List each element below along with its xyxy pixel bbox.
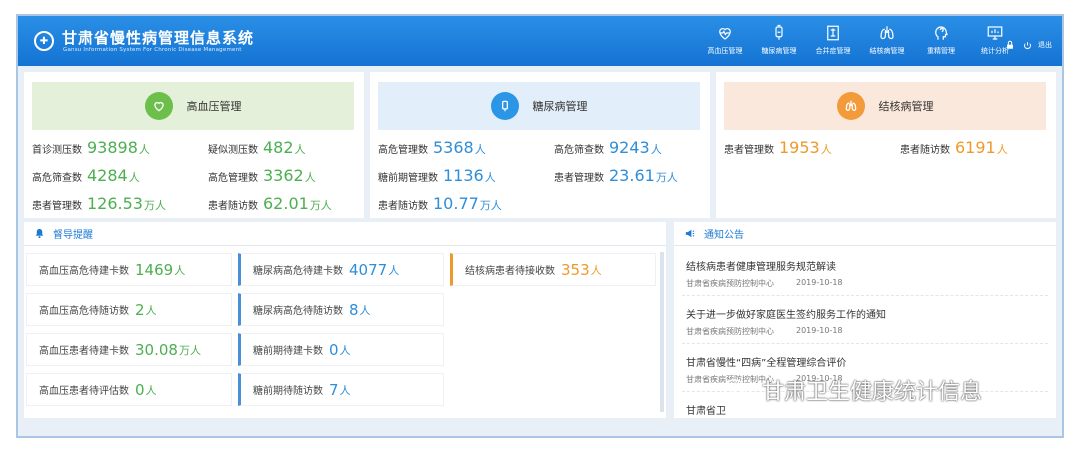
- reminder-item[interactable]: 糖前期待建卡数 0 人: [238, 333, 444, 366]
- notice-title[interactable]: 关于进一步做好家庭医生签约服务工作的通知: [686, 306, 886, 321]
- notice-date: 2019-10-18: [796, 326, 843, 335]
- logo-icon: ✚: [34, 31, 54, 51]
- lungs-icon: [880, 26, 894, 40]
- top-header: ✚ 甘肃省慢性病管理信息系统 Gansu Information System …: [18, 16, 1062, 66]
- supervision-reminder-panel: 督导提醒 高血压高危待建卡数 1469 人 糖尿病高危待建卡数 4077 人 结核病患者…: [24, 222, 666, 418]
- nav-hypertension[interactable]: 高血压管理: [701, 24, 749, 56]
- stat-item: 高危筛查数 9243 人: [554, 138, 662, 157]
- panel-title: 通知公告: [704, 230, 744, 241]
- reminder-item[interactable]: 高血压患者待评估数 0 人: [26, 373, 232, 406]
- stat-item: 高危筛查数 4284 人: [32, 166, 140, 185]
- wechat-logo-icon: [723, 379, 751, 400]
- power-icon[interactable]: [1023, 41, 1032, 50]
- nav-complication[interactable]: 合并症管理: [809, 24, 857, 56]
- reminder-item[interactable]: 高血压患者待建卡数 30.08 万人: [26, 333, 232, 366]
- heart-icon: [144, 92, 173, 120]
- reminder-item[interactable]: 高血压高危待建卡数 1469 人: [26, 253, 232, 286]
- stat-item: 高危管理数 5368 人: [378, 138, 486, 157]
- notice-title[interactable]: 甘肃省慢性“四病”全程管理综合评价: [686, 354, 846, 369]
- app-title: 甘肃省慢性病管理信息系统: [62, 29, 255, 47]
- reminder-item[interactable]: 糖尿病高危待随访数 8 人: [238, 293, 444, 326]
- stat-item: 患者管理数 1953 人: [724, 138, 832, 157]
- reminder-item[interactable]: 结核病患者待接收数 353 人: [450, 253, 656, 286]
- nav-label: 高血压管理: [707, 47, 743, 55]
- reminder-item[interactable]: 糖前期待随访数 7 人: [238, 373, 444, 406]
- drip-bag-icon: [775, 24, 783, 40]
- logout-button[interactable]: 退出: [1038, 40, 1052, 50]
- hypertension-card-header[interactable]: 高血压管理: [32, 82, 354, 130]
- panel-title: 督导提醒: [53, 230, 93, 241]
- megaphone-icon: [685, 229, 695, 238]
- stat-item: 疑似测压数 482 人: [208, 138, 306, 157]
- panel-header: 督导提醒: [24, 222, 666, 246]
- monitor-icon: [987, 26, 1003, 40]
- watermark: 甘肃卫生健康统计信息: [722, 374, 982, 406]
- notice-title[interactable]: 甘肃省卫: [686, 402, 726, 417]
- card-title: 糖尿病管理: [532, 100, 588, 113]
- notice-date: 2019-10-18: [796, 278, 843, 287]
- diabetes-card: 糖尿病管理 高危管理数 5368 人 高危筛查数 9243 人 糖前期管理数 1136 人 …: [370, 72, 710, 218]
- notice-title[interactable]: 结核病患者健康管理服务规范解读: [686, 258, 836, 273]
- nav-label: 结核病管理: [869, 47, 905, 55]
- heart-icon: [719, 28, 731, 40]
- nav-diabetes[interactable]: 糖尿病管理: [755, 24, 803, 56]
- hypertension-card: 高血压管理 首诊测压数 93898 人 疑似测压数 482 人 高危筛查数 4284 人 高…: [24, 72, 364, 218]
- notice-item[interactable]: 关于进一步做好家庭医生签约服务工作的通知 甘肃省疾病预防控制中心 2019-10…: [682, 298, 1048, 344]
- diabetes-card-header[interactable]: 糖尿病管理: [378, 82, 700, 130]
- nav-label: 合并症管理: [815, 47, 851, 55]
- app-subtitle: Gansu Information System For Chronic Dis…: [63, 47, 242, 53]
- notice-source: 甘肃省疾病预防控制中心: [686, 327, 774, 336]
- nav-label: 重精管理: [927, 47, 955, 55]
- notice-item[interactable]: 结核病患者健康管理服务规范解读 甘肃省疾病预防控制中心 2019-10-18: [682, 250, 1048, 296]
- tuberculosis-card-header[interactable]: 结核病管理: [724, 82, 1046, 130]
- watermark-text: 甘肃卫生健康统计信息: [762, 380, 983, 405]
- bell-icon: [35, 228, 44, 239]
- logout-area: 退出: [1005, 40, 1052, 50]
- reminder-item[interactable]: 糖尿病高危待建卡数 4077 人: [238, 253, 444, 286]
- nav-mental[interactable]: 重精管理: [917, 24, 965, 56]
- reminder-item[interactable]: 高血压高危待随访数 2 人: [26, 293, 232, 326]
- stat-item: 患者管理数 23.61 万人: [554, 166, 678, 185]
- stat-item: 患者随访数 62.01 万人: [208, 194, 332, 213]
- notice-source: 甘肃省疾病预防控制中心: [686, 279, 774, 288]
- top-nav: 高血压管理 糖尿病管理 合并症管理 结核病管理 重精管理 统计分析: [701, 24, 1025, 56]
- vertical-scrollbar[interactable]: [660, 252, 664, 412]
- drip-bag-icon: [490, 92, 519, 120]
- tuberculosis-card: 结核病管理 患者管理数 1953 人 患者随访数 6191 人: [716, 72, 1056, 218]
- document-icon: [827, 25, 839, 41]
- stat-item: 患者随访数 10.77 万人: [378, 194, 502, 213]
- lungs-icon: [836, 92, 865, 120]
- stat-item: 高危管理数 3362 人: [208, 166, 316, 185]
- lock-icon[interactable]: [1005, 40, 1015, 50]
- card-title: 结核病管理: [878, 100, 934, 113]
- panel-header: 通知公告: [674, 222, 1056, 246]
- stat-item: 患者随访数 6191 人: [900, 138, 1008, 157]
- stat-item: 首诊测压数 93898 人: [32, 138, 150, 157]
- stat-item: 患者管理数 126.53 万人: [32, 194, 166, 213]
- nav-label: 糖尿病管理: [761, 47, 797, 55]
- card-title: 高血压管理: [186, 100, 242, 113]
- stat-item: 糖前期管理数 1136 人: [378, 166, 496, 185]
- nav-tuberculosis[interactable]: 结核病管理: [863, 24, 911, 56]
- head-icon: [935, 26, 948, 40]
